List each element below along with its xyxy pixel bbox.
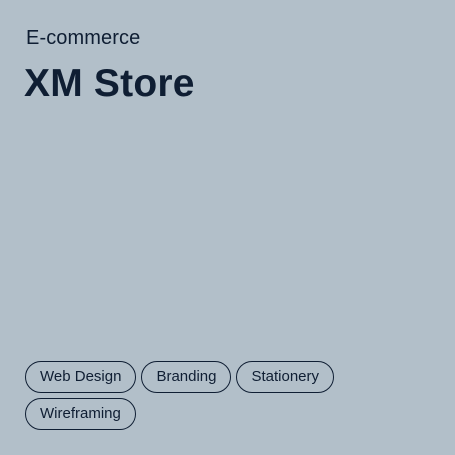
tag-web-design[interactable]: Web Design [25, 361, 137, 393]
project-title: XM Store [24, 62, 195, 105]
project-card[interactable]: E-commerce XM Store Web Design Branding … [0, 0, 455, 455]
project-category: E-commerce [26, 27, 141, 49]
tag-branding[interactable]: Branding [141, 361, 232, 393]
tag-list: Web Design Branding Stationery Wireframi… [25, 361, 345, 430]
tag-stationery[interactable]: Stationery [236, 361, 335, 393]
tag-wireframing[interactable]: Wireframing [25, 398, 136, 430]
